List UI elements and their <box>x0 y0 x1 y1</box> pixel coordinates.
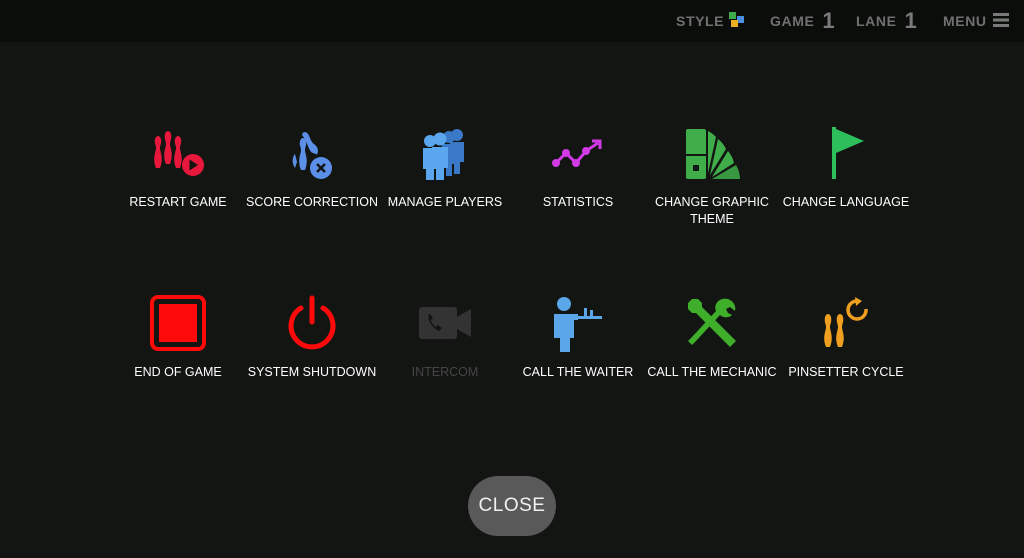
end-of-game-button[interactable]: END OF GAME <box>108 288 248 381</box>
style-label: STYLE <box>676 13 725 29</box>
stop-icon <box>143 288 213 358</box>
change-graphic-theme-label: CHANGE GRAPHIC THEME <box>655 195 769 226</box>
intercom-icon <box>410 288 480 358</box>
style-button[interactable]: STYLE <box>676 0 745 42</box>
close-button[interactable]: CLOSE <box>468 476 556 536</box>
restart-game-icon <box>143 118 213 188</box>
tools-icon <box>677 288 747 358</box>
lane-indicator: LANE 1 <box>856 0 917 42</box>
change-graphic-theme-button[interactable]: CHANGE GRAPHIC THEME <box>642 118 782 228</box>
lane-label: LANE <box>856 13 897 29</box>
pinsetter-cycle-label: PINSETTER CYCLE <box>788 365 904 379</box>
system-shutdown-label: SYSTEM SHUTDOWN <box>247 365 377 379</box>
menu-button[interactable]: MENU <box>943 0 1009 42</box>
manage-players-icon <box>410 118 480 188</box>
top-bar: STYLE GAME 1 LANE 1 MENU <box>0 0 1024 42</box>
pinsetter-cycle-icon <box>811 288 881 358</box>
game-label: GAME <box>770 13 815 29</box>
score-correction-icon <box>277 118 347 188</box>
game-number: 1 <box>822 8 836 33</box>
intercom-label: INTERCOM <box>411 365 479 379</box>
statistics-label: STATISTICS <box>542 195 614 209</box>
lane-number: 1 <box>904 8 918 33</box>
hamburger-icon <box>992 12 1009 30</box>
call-the-waiter-button[interactable]: CALL THE WAITER <box>508 288 648 381</box>
menu-label: MENU <box>943 13 987 29</box>
intercom-button: INTERCOM <box>375 288 515 381</box>
game-indicator: GAME 1 <box>770 0 835 42</box>
statistics-icon <box>543 118 613 188</box>
statistics-button[interactable]: STATISTICS <box>508 118 648 211</box>
change-language-button[interactable]: CHANGE LANGUAGE <box>776 118 916 211</box>
flag-icon <box>811 118 881 188</box>
end-of-game-label: END OF GAME <box>134 365 222 379</box>
restart-game-label: RESTART GAME <box>129 195 227 209</box>
restart-game-button[interactable]: RESTART GAME <box>108 118 248 211</box>
call-the-waiter-label: CALL THE WAITER <box>522 365 634 379</box>
system-shutdown-button[interactable]: SYSTEM SHUTDOWN <box>242 288 382 381</box>
score-correction-label: SCORE CORRECTION <box>246 195 378 209</box>
graphic-theme-icon <box>677 118 747 188</box>
power-icon <box>277 288 347 358</box>
score-correction-button[interactable]: SCORE CORRECTION <box>242 118 382 211</box>
call-the-mechanic-label: CALL THE MECHANIC <box>647 365 777 379</box>
waiter-icon <box>543 288 613 358</box>
pinsetter-cycle-button[interactable]: PINSETTER CYCLE <box>776 288 916 381</box>
manage-players-label: MANAGE PLAYERS <box>387 195 503 209</box>
change-language-label: CHANGE LANGUAGE <box>782 195 910 209</box>
manage-players-button[interactable]: MANAGE PLAYERS <box>375 118 515 211</box>
call-the-mechanic-button[interactable]: CALL THE MECHANIC <box>642 288 782 381</box>
style-icon <box>729 11 745 31</box>
